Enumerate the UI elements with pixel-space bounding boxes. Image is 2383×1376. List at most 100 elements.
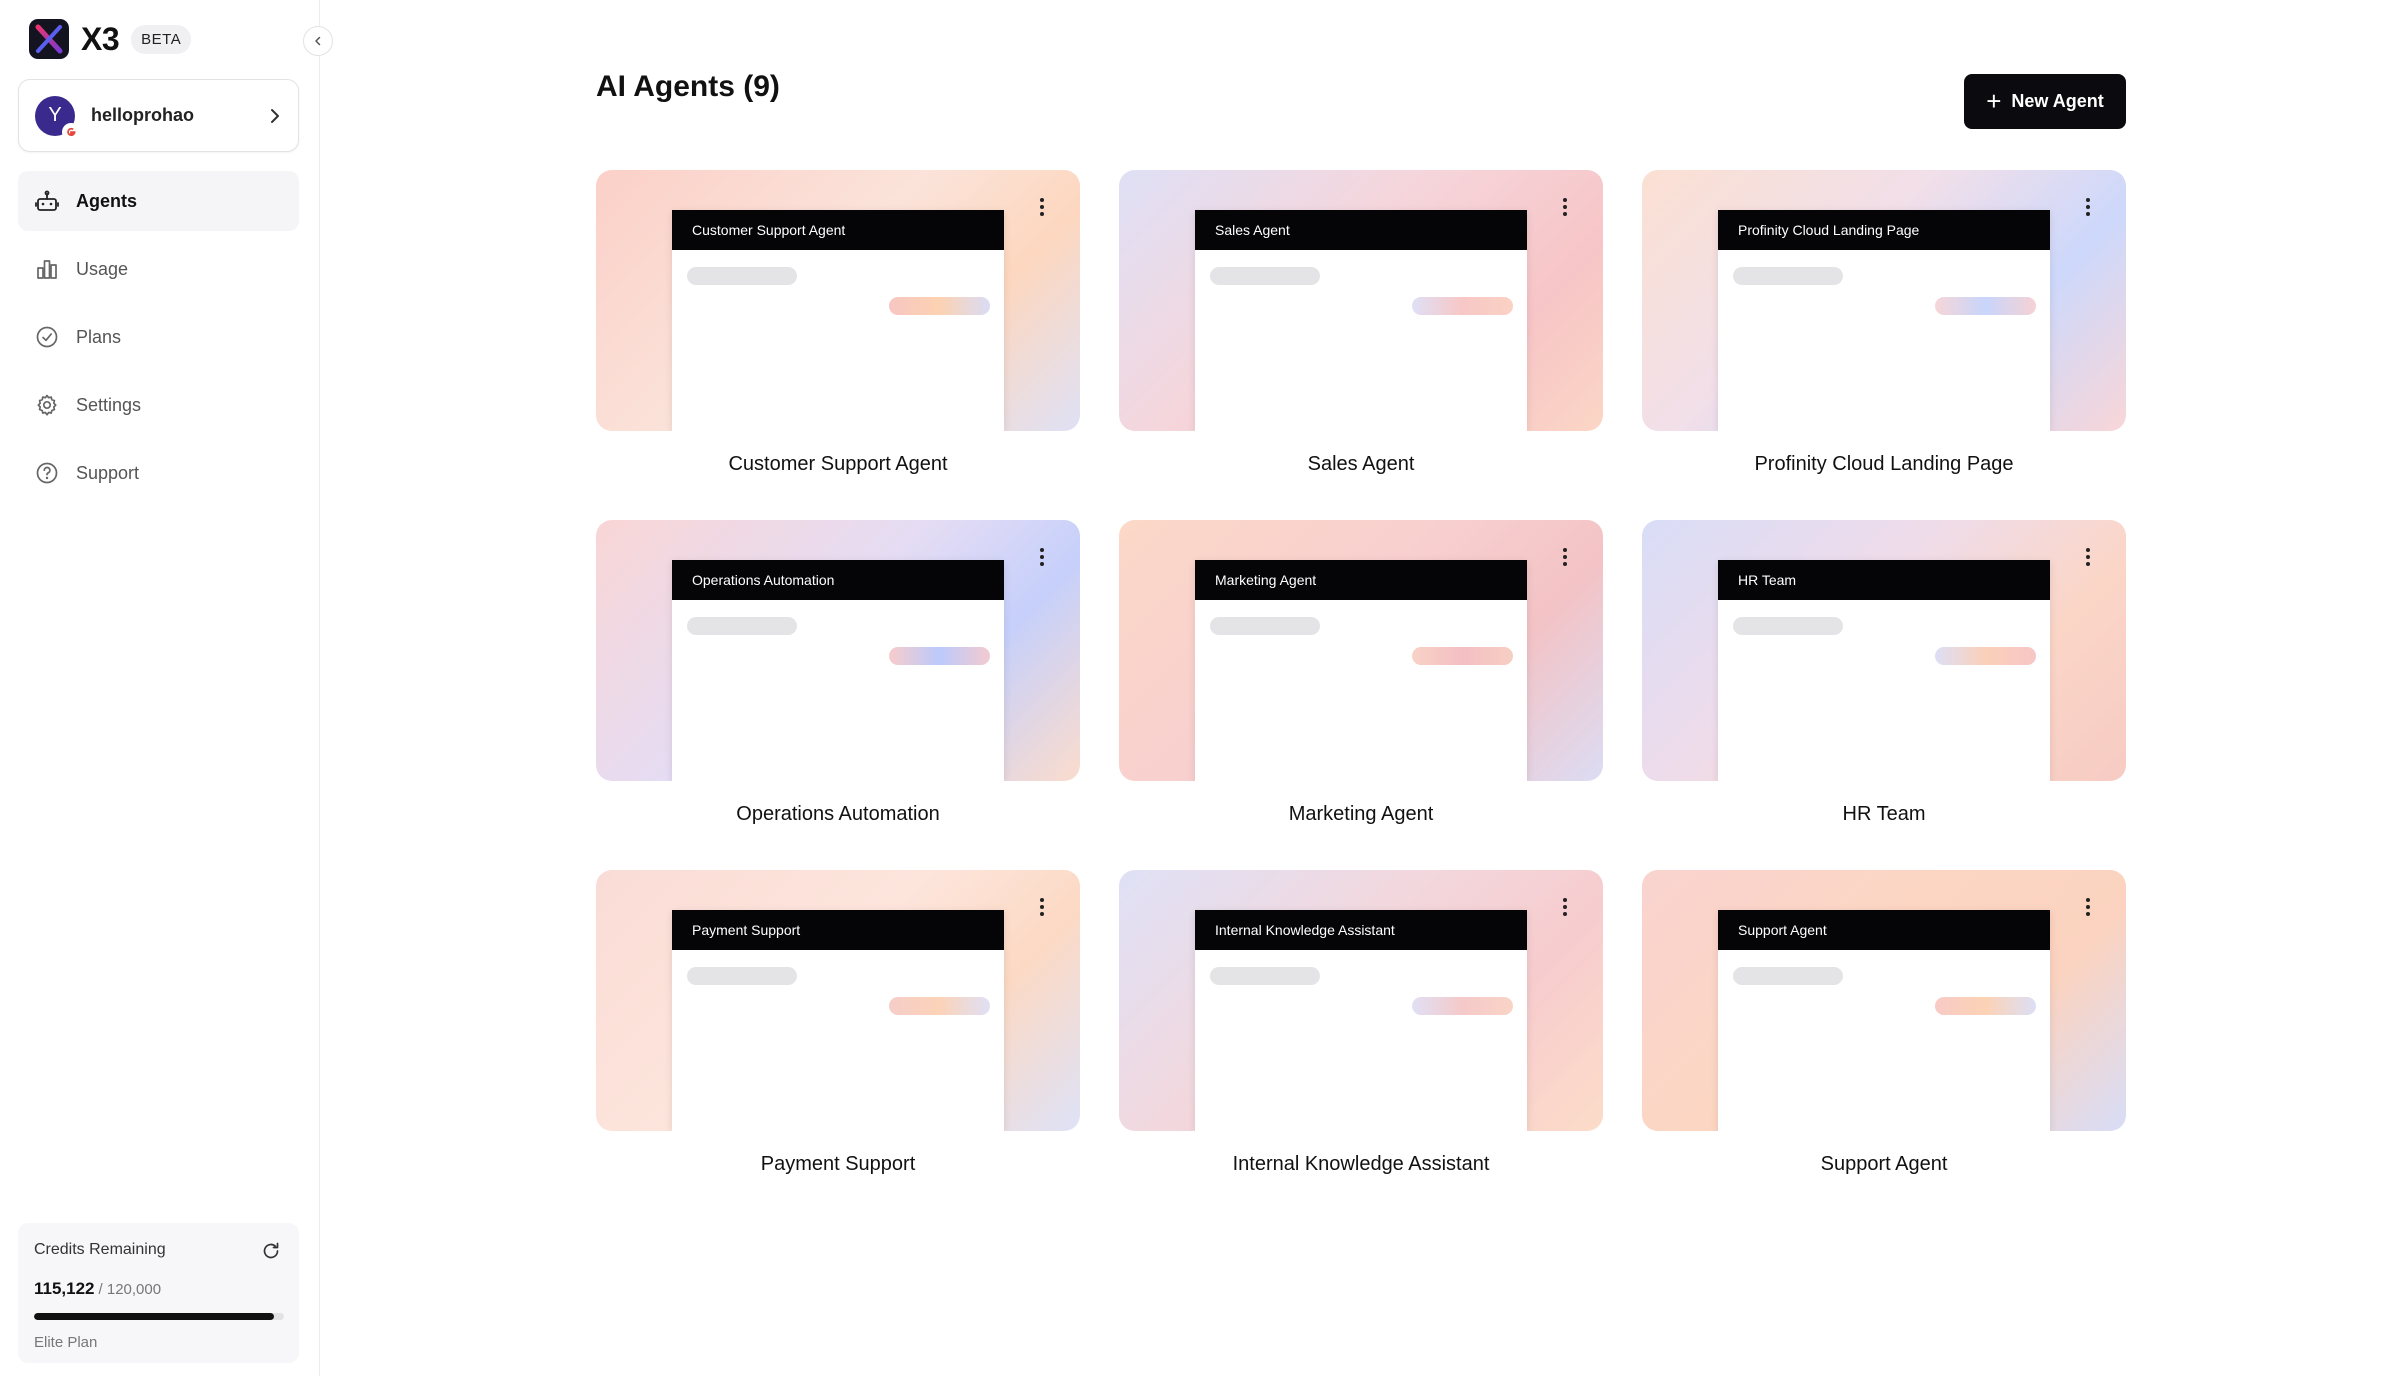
agent-preview-header: Internal Knowledge Assistant — [1195, 910, 1527, 950]
preview-placeholder-bar — [1210, 267, 1320, 285]
more-options-icon[interactable] — [1555, 194, 1575, 220]
google-icon — [62, 122, 80, 141]
agent-card[interactable]: Internal Knowledge Assistant Internal Kn… — [1119, 870, 1603, 1220]
sidebar-item-label: Settings — [76, 394, 142, 415]
more-options-icon[interactable] — [1555, 894, 1575, 920]
agent-preview-header: Support Agent — [1718, 910, 2050, 950]
brand-logo-icon — [29, 19, 69, 59]
chevron-right-icon — [271, 108, 279, 123]
agent-preview-header: Marketing Agent — [1195, 560, 1527, 600]
sidebar-item-label: Support — [76, 462, 140, 483]
preview-accent-bar — [1935, 297, 2036, 315]
agent-thumbnail[interactable]: Sales Agent — [1119, 170, 1603, 431]
agent-thumbnail[interactable]: HR Team — [1642, 520, 2126, 781]
preview-placeholder-bar — [1210, 617, 1320, 635]
preview-accent-bar — [889, 997, 990, 1015]
preview-placeholder-bar — [1210, 967, 1320, 985]
agent-card[interactable]: Support Agent Support Agent — [1642, 870, 2126, 1220]
credits-remaining-value: 115,122 — [34, 1279, 95, 1298]
sidebar-item-label: Plans — [76, 326, 122, 347]
agent-thumbnail[interactable]: Support Agent — [1642, 870, 2126, 1131]
bar-chart-icon — [34, 256, 60, 282]
agent-card[interactable]: Profinity Cloud Landing Page Profinity C… — [1642, 170, 2126, 520]
sidebar-item-settings[interactable]: Settings — [18, 375, 299, 435]
preview-placeholder-bar — [687, 967, 797, 985]
agent-preview: Operations Automation — [672, 560, 1004, 781]
agent-preview: Support Agent — [1718, 910, 2050, 1131]
more-options-icon[interactable] — [2078, 194, 2098, 220]
agent-preview: Payment Support — [672, 910, 1004, 1131]
agent-card[interactable]: Payment Support Payment Support — [596, 870, 1080, 1220]
plus-icon: + — [1986, 85, 2002, 116]
more-options-icon[interactable] — [2078, 894, 2098, 920]
sidebar-item-usage[interactable]: Usage — [18, 239, 299, 299]
more-options-icon[interactable] — [1032, 544, 1052, 570]
user-switcher[interactable]: Y helloprohao — [18, 79, 299, 152]
more-options-icon[interactable] — [2078, 544, 2098, 570]
brand-name: X3 — [81, 20, 120, 57]
agent-preview-header: Payment Support — [672, 910, 1004, 950]
app-root: X3 BETA Y helloprohao Agents Usage Plans… — [0, 0, 2383, 1376]
agent-thumbnail[interactable]: Marketing Agent — [1119, 520, 1603, 781]
agent-card[interactable]: HR Team HR Team — [1642, 520, 2126, 870]
preview-placeholder-bar — [1733, 267, 1843, 285]
beta-badge: BETA — [131, 24, 192, 54]
agent-name: Internal Knowledge Assistant — [1232, 1153, 1490, 1175]
agent-name: Operations Automation — [736, 803, 940, 825]
agent-thumbnail[interactable]: Internal Knowledge Assistant — [1119, 870, 1603, 1131]
agent-card[interactable]: Operations Automation Operations Automat… — [596, 520, 1080, 870]
preview-placeholder-bar — [1733, 617, 1843, 635]
agent-preview: Customer Support Agent — [672, 210, 1004, 431]
agent-preview-header: HR Team — [1718, 560, 2050, 600]
check-circle-icon — [34, 324, 60, 350]
preview-accent-bar — [1412, 997, 1513, 1015]
credits-total-value: / 120,000 — [98, 1281, 162, 1298]
agent-grid: Customer Support Agent Customer Support … — [596, 170, 2126, 1220]
agent-preview: HR Team — [1718, 560, 2050, 781]
preview-accent-bar — [1412, 297, 1513, 315]
agent-card[interactable]: Sales Agent Sales Agent — [1119, 170, 1603, 520]
credits-values: 115,122/ 120,000 — [34, 1279, 283, 1299]
sidebar-item-label: Usage — [76, 258, 129, 279]
sidebar-item-label: Agents — [76, 190, 138, 211]
preview-accent-bar — [889, 297, 990, 315]
agent-preview: Profinity Cloud Landing Page — [1718, 210, 2050, 431]
sidebar-item-plans[interactable]: Plans — [18, 307, 299, 367]
agent-thumbnail[interactable]: Customer Support Agent — [596, 170, 1080, 431]
user-name: helloprohao — [91, 105, 194, 125]
agent-card[interactable]: Customer Support Agent Customer Support … — [596, 170, 1080, 520]
preview-placeholder-bar — [1733, 967, 1843, 985]
robot-icon — [34, 188, 60, 214]
sidebar-item-support[interactable]: Support — [18, 443, 299, 503]
agent-preview: Sales Agent — [1195, 210, 1527, 431]
agent-card[interactable]: Marketing Agent Marketing Agent — [1119, 520, 1603, 870]
agent-name: Payment Support — [760, 1153, 916, 1175]
agent-preview-header: Customer Support Agent — [672, 210, 1004, 250]
sidebar-nav: Agents Usage Plans Settings Support — [18, 171, 299, 511]
refresh-icon[interactable] — [261, 1241, 281, 1266]
sidebar: X3 BETA Y helloprohao Agents Usage Plans… — [0, 0, 333, 1376]
more-options-icon[interactable] — [1032, 894, 1052, 920]
agent-thumbnail[interactable]: Payment Support — [596, 870, 1080, 1131]
brand[interactable]: X3 BETA — [29, 18, 192, 60]
more-options-icon[interactable] — [1555, 544, 1575, 570]
preview-accent-bar — [1935, 647, 2036, 665]
new-agent-button[interactable]: + New Agent — [1964, 74, 2126, 129]
more-options-icon[interactable] — [1032, 194, 1052, 220]
credits-progress-fill — [34, 1313, 274, 1320]
plan-name: Elite Plan — [34, 1334, 98, 1351]
sidebar-item-agents[interactable]: Agents — [18, 171, 299, 231]
agent-thumbnail[interactable]: Profinity Cloud Landing Page — [1642, 170, 2126, 431]
agent-name: Profinity Cloud Landing Page — [1754, 453, 2014, 475]
collapse-sidebar-button[interactable] — [303, 26, 333, 56]
agent-name: Customer Support Agent — [728, 453, 948, 475]
avatar-initial: Y — [48, 104, 62, 126]
gear-icon — [34, 392, 60, 418]
page-title: AI Agents (9) — [596, 70, 780, 103]
agent-name: Sales Agent — [1307, 453, 1415, 475]
preview-placeholder-bar — [687, 617, 797, 635]
agent-preview: Marketing Agent — [1195, 560, 1527, 781]
agent-preview-header: Operations Automation — [672, 560, 1004, 600]
preview-accent-bar — [1412, 647, 1513, 665]
agent-thumbnail[interactable]: Operations Automation — [596, 520, 1080, 781]
